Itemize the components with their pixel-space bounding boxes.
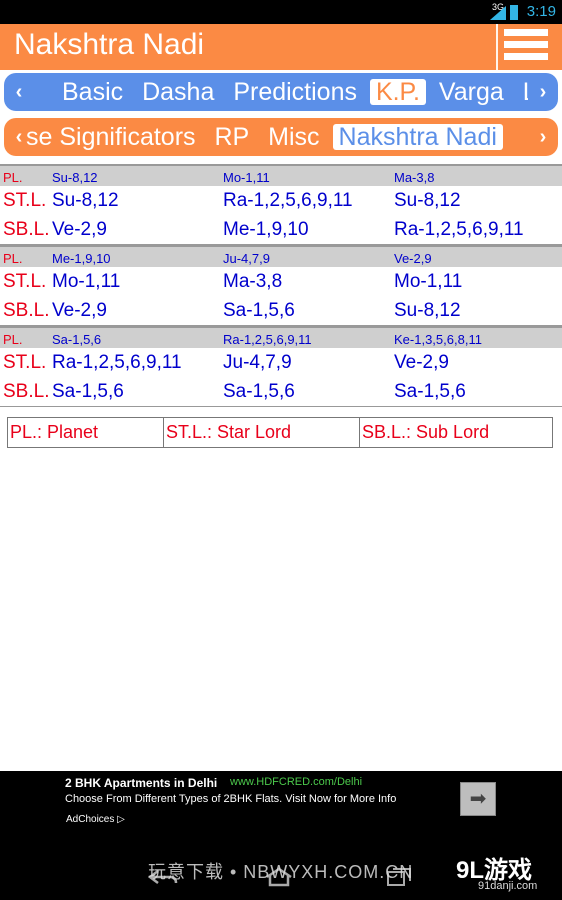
tab-predictions[interactable]: Predictions — [227, 73, 363, 111]
cell: Ve-2,9 — [52, 300, 107, 321]
nadi-group: PL. Sa-1,5,6 Ra-1,2,5,6,9,11 Ke-1,3,5,6,… — [0, 326, 562, 407]
tab-dasha[interactable]: Dasha — [136, 73, 220, 111]
ad-url[interactable]: www.HDFCRED.com/Delhi — [230, 776, 362, 788]
tab-l[interactable]: L — [517, 73, 528, 111]
cell: Ra-1,2,5,6,9,11 — [223, 332, 312, 347]
cell: Su-8,12 — [52, 190, 119, 211]
cell: Su-8,12 — [394, 190, 461, 211]
cell: Sa-1,5,6 — [223, 300, 295, 321]
sub-lord-row: SB.L. Sa-1,5,6 Sa-1,5,6 Sa-1,5,6 — [0, 377, 562, 406]
cell: Ra-1,2,5,6,9,11 — [394, 219, 524, 240]
sub-tab-strip: ‹ se Significators RP Misc Nakshtra Nadi… — [4, 118, 558, 156]
cell: Ma-3,8 — [394, 170, 435, 185]
row-label: PL. — [3, 170, 23, 185]
row-label: ST.L. — [3, 190, 47, 211]
nadi-group: PL. Me-1,9,10 Ju-4,7,9 Ve-2,9 ST.L. Mo-1… — [0, 245, 562, 326]
star-lord-row: ST.L. Ra-1,2,5,6,9,11 Ju-4,7,9 Ve-2,9 — [0, 348, 562, 377]
action-bar-divider — [496, 24, 498, 70]
legend-star-lord: ST.L.: Star Lord — [164, 418, 360, 447]
chevron-right-icon[interactable]: › — [528, 73, 558, 111]
star-lord-row: ST.L. Su-8,12 Ra-1,2,5,6,9,11 Su-8,12 — [0, 186, 562, 215]
cell: Me-1,9,10 — [52, 251, 111, 266]
cell: Sa-1,5,6 — [52, 381, 124, 402]
legend-table: PL.: Planet ST.L.: Star Lord SB.L.: Sub … — [7, 417, 553, 448]
cell: Ve-2,9 — [394, 251, 432, 266]
watermark-site: 91danji.com — [478, 880, 538, 892]
chevron-left-icon[interactable]: ‹ — [4, 118, 34, 156]
ad-description: Choose From Different Types of 2BHK Flat… — [65, 793, 397, 805]
ad-banner[interactable]: 2 BHK Apartments in Delhi www.HDFCRED.co… — [0, 771, 562, 855]
tab-significators[interactable]: se Significators — [20, 118, 202, 156]
star-lord-row: ST.L. Mo-1,11 Ma-3,8 Mo-1,11 — [0, 267, 562, 296]
sub-lord-row: SB.L. Ve-2,9 Me-1,9,10 Ra-1,2,5,6,9,11 — [0, 215, 562, 244]
status-time: 3:19 — [526, 3, 556, 20]
cell: Ju-4,7,9 — [223, 251, 270, 266]
cell: Su-8,12 — [394, 300, 461, 321]
adchoices-link[interactable]: AdChoices ▷ — [66, 814, 125, 825]
arrow-right-icon[interactable]: ➡ — [460, 782, 496, 816]
tab-basic[interactable]: Basic — [56, 73, 129, 111]
row-label: ST.L. — [3, 271, 47, 292]
row-label: SB.L. — [3, 219, 50, 240]
chevron-right-icon[interactable]: › — [528, 118, 558, 156]
cell: Mo-1,11 — [223, 170, 270, 185]
cell: Su-8,12 — [52, 170, 98, 185]
action-bar: Nakshtra Nadi — [0, 24, 562, 70]
battery-icon — [510, 5, 518, 20]
cell: Ra-1,2,5,6,9,11 — [223, 190, 353, 211]
cell: Mo-1,11 — [394, 271, 463, 292]
tab-rp[interactable]: RP — [208, 118, 255, 156]
main-tabs: Basic Dasha Predictions K.P. Varga L — [56, 73, 528, 111]
tab-nakshtra-nadi[interactable]: Nakshtra Nadi — [332, 124, 503, 150]
cell: Ve-2,9 — [394, 352, 449, 373]
legend-planet: PL.: Planet — [8, 418, 164, 447]
tab-misc[interactable]: Misc — [262, 118, 325, 156]
row-label: SB.L. — [3, 300, 50, 321]
status-bar: 3G 3:19 — [0, 0, 562, 24]
legend-sub-lord: SB.L.: Sub Lord — [362, 422, 490, 442]
cell: Sa-1,5,6 — [223, 381, 295, 402]
cell: Ra-1,2,5,6,9,11 — [52, 352, 182, 373]
nadi-group: PL. Su-8,12 Mo-1,11 Ma-3,8 ST.L. Su-8,12… — [0, 164, 562, 245]
cell: Ke-1,3,5,6,8,11 — [394, 332, 482, 347]
signal-icon — [490, 6, 506, 20]
row-label: ST.L. — [3, 352, 47, 373]
ad-headline[interactable]: 2 BHK Apartments in Delhi — [65, 776, 217, 790]
row-label: SB.L. — [3, 381, 50, 402]
cell: Sa-1,5,6 — [52, 332, 102, 347]
main-tab-strip: ‹ Basic Dasha Predictions K.P. Varga L › — [4, 73, 558, 111]
row-label: PL. — [3, 251, 23, 266]
cell: Mo-1,11 — [52, 271, 121, 292]
cell: Ju-4,7,9 — [223, 352, 292, 373]
nadi-table: PL. Su-8,12 Mo-1,11 Ma-3,8 ST.L. Su-8,12… — [0, 164, 562, 407]
chevron-left-icon[interactable]: ‹ — [4, 73, 34, 111]
app-title: Nakshtra Nadi — [14, 28, 205, 61]
planet-row: PL. Me-1,9,10 Ju-4,7,9 Ve-2,9 — [0, 245, 562, 267]
planet-row: PL. Su-8,12 Mo-1,11 Ma-3,8 — [0, 164, 562, 186]
planet-row: PL. Sa-1,5,6 Ra-1,2,5,6,9,11 Ke-1,3,5,6,… — [0, 326, 562, 348]
watermark-text: 玩意下载 • NBWYXH.COM.CN — [148, 862, 414, 882]
sub-lord-row: SB.L. Ve-2,9 Sa-1,5,6 Su-8,12 — [0, 296, 562, 325]
menu-icon[interactable] — [504, 29, 548, 65]
row-label: PL. — [3, 332, 23, 347]
tab-kp[interactable]: K.P. — [369, 79, 426, 105]
tab-varga[interactable]: Varga — [433, 73, 510, 111]
sub-tabs: se Significators RP Misc Nakshtra Nadi — [20, 118, 528, 156]
cell: Ve-2,9 — [52, 219, 107, 240]
cell: Ma-3,8 — [223, 271, 283, 292]
cell: Sa-1,5,6 — [394, 381, 466, 402]
cell: Me-1,9,10 — [223, 219, 309, 240]
